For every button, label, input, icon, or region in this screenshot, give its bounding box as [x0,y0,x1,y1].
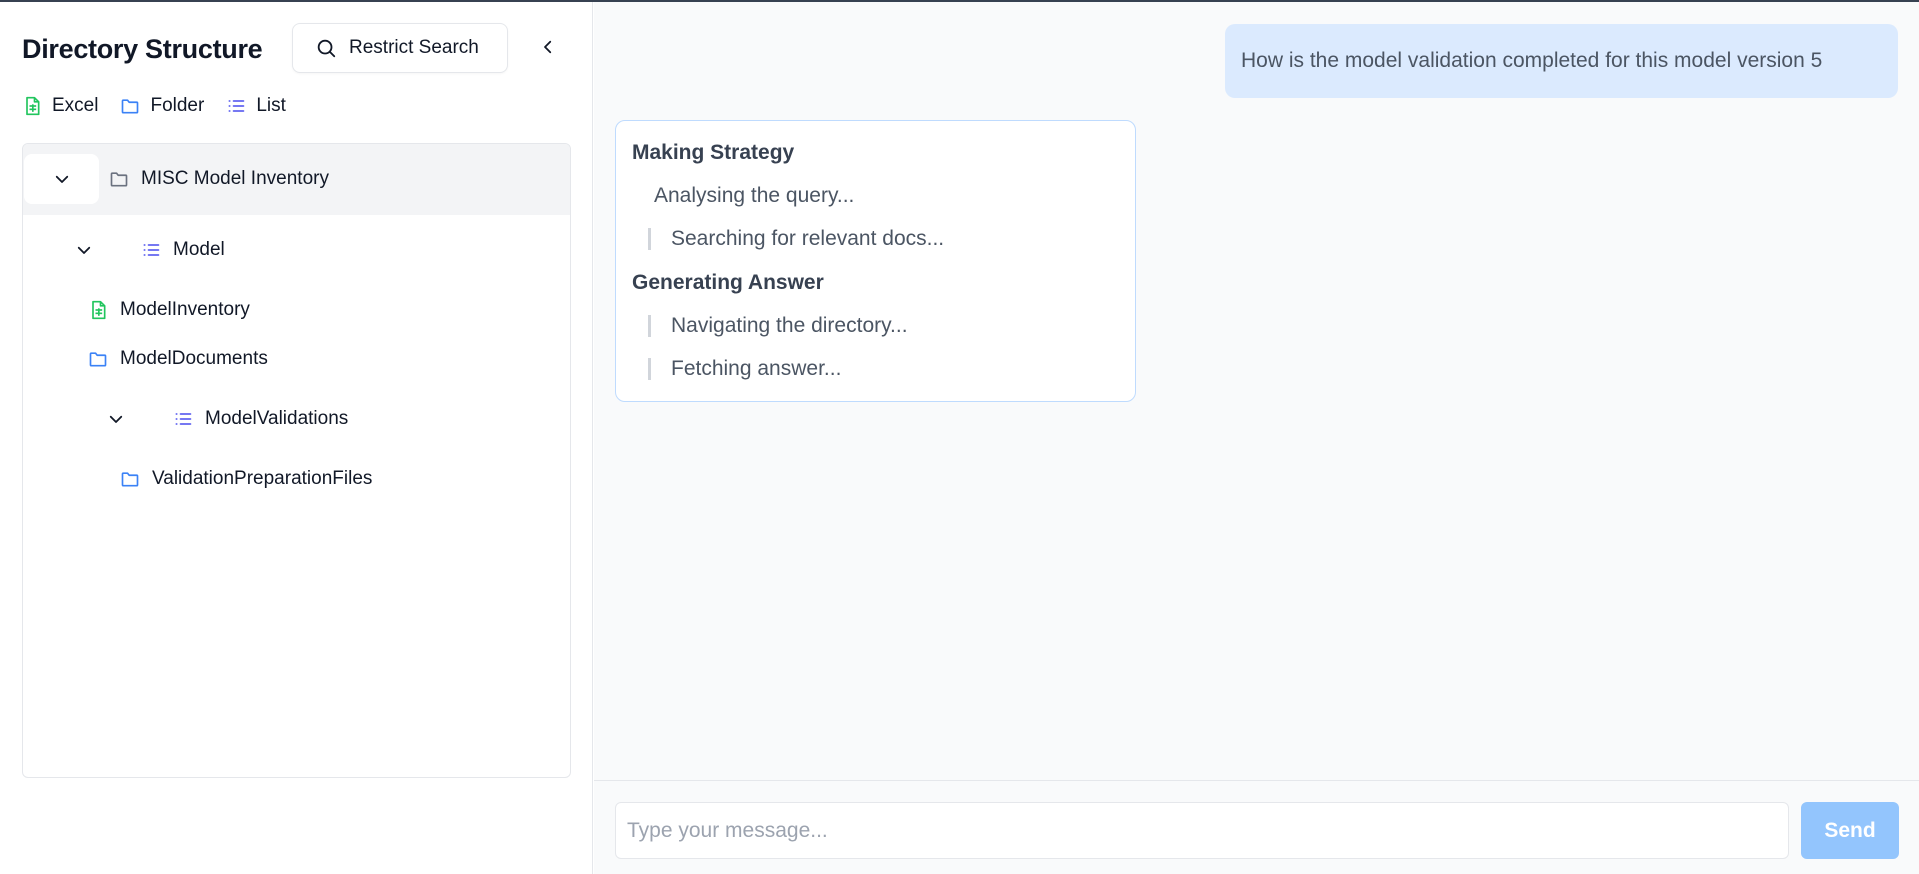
tree-root-label: MISC Model Inventory [141,168,329,189]
user-message-bubble: How is the model validation completed fo… [1225,24,1898,98]
tree-item-modelvalidations[interactable]: ModelValidations [173,408,348,430]
model-expand-toggle[interactable] [72,238,96,262]
user-message-text: How is the model validation completed fo… [1241,49,1823,72]
search-icon [317,39,336,58]
folder-icon [122,99,139,114]
chevron-down-icon [77,246,91,254]
directory-tree: MISC Model Inventory Model ModelInventor… [22,143,571,778]
folder-icon [121,472,139,487]
status-step-fetching: Fetching answer... [648,358,841,380]
tree-item-label: Model [173,239,225,260]
legend-excel: Excel [22,95,98,117]
restrict-search-button[interactable]: Restrict Search [292,23,508,73]
legend-excel-label: Excel [52,95,99,116]
chevron-left-icon [544,40,552,54]
tree-item-validationpreparationfiles[interactable]: ValidationPreparationFiles [120,468,372,490]
list-icon [175,413,192,425]
legend-folder-label: Folder [150,95,205,116]
legend-list: List [226,95,286,117]
file-type-legend: Excel Folder List [22,95,308,117]
sidebar-title: Directory Structure [22,34,263,64]
status-heading-answer: Generating Answer [632,271,824,294]
list-icon [228,100,245,112]
tree-item-model[interactable]: Model [141,239,225,261]
chevron-down-icon [55,175,68,183]
status-step-navigating: Navigating the directory... [648,315,908,337]
tree-item-label: ModelInventory [120,299,250,320]
legend-folder: Folder [120,95,204,117]
folder-icon [89,352,107,367]
status-heading-strategy: Making Strategy [632,141,795,164]
chevron-down-icon [109,415,123,423]
restrict-search-label: Restrict Search [349,37,479,58]
tree-item-label: ModelValidations [205,408,349,429]
collapse-sidebar-button[interactable] [533,32,563,62]
legend-list-label: List [256,95,286,116]
root-expand-toggle[interactable] [24,154,99,204]
file-spreadsheet-icon [92,300,106,320]
tree-item-label: ModelDocuments [120,348,268,369]
tree-item-modelinventory[interactable]: ModelInventory [88,299,250,321]
chat-panel: How is the model validation completed fo… [594,2,1919,874]
file-spreadsheet-icon [26,96,40,116]
modelvalidations-expand-toggle[interactable] [104,407,128,431]
tree-item-modeldocuments[interactable]: ModelDocuments [88,348,268,370]
message-composer: Send [594,780,1919,874]
processing-status-card: Making Strategy Analysing the query... S… [615,120,1136,402]
tree-root-label-group: MISC Model Inventory [109,168,329,190]
list-icon [143,244,160,256]
tree-item-label: ValidationPreparationFiles [152,468,373,489]
status-step-analysing: Analysing the query... [654,184,855,207]
folder-icon [110,172,128,187]
send-button[interactable]: Send [1801,802,1899,859]
directory-sidebar: Directory Structure Restrict Search Exce… [0,2,593,874]
message-input[interactable] [615,802,1789,859]
tree-root-row[interactable]: MISC Model Inventory [23,144,570,215]
status-step-searching: Searching for relevant docs... [648,228,944,250]
